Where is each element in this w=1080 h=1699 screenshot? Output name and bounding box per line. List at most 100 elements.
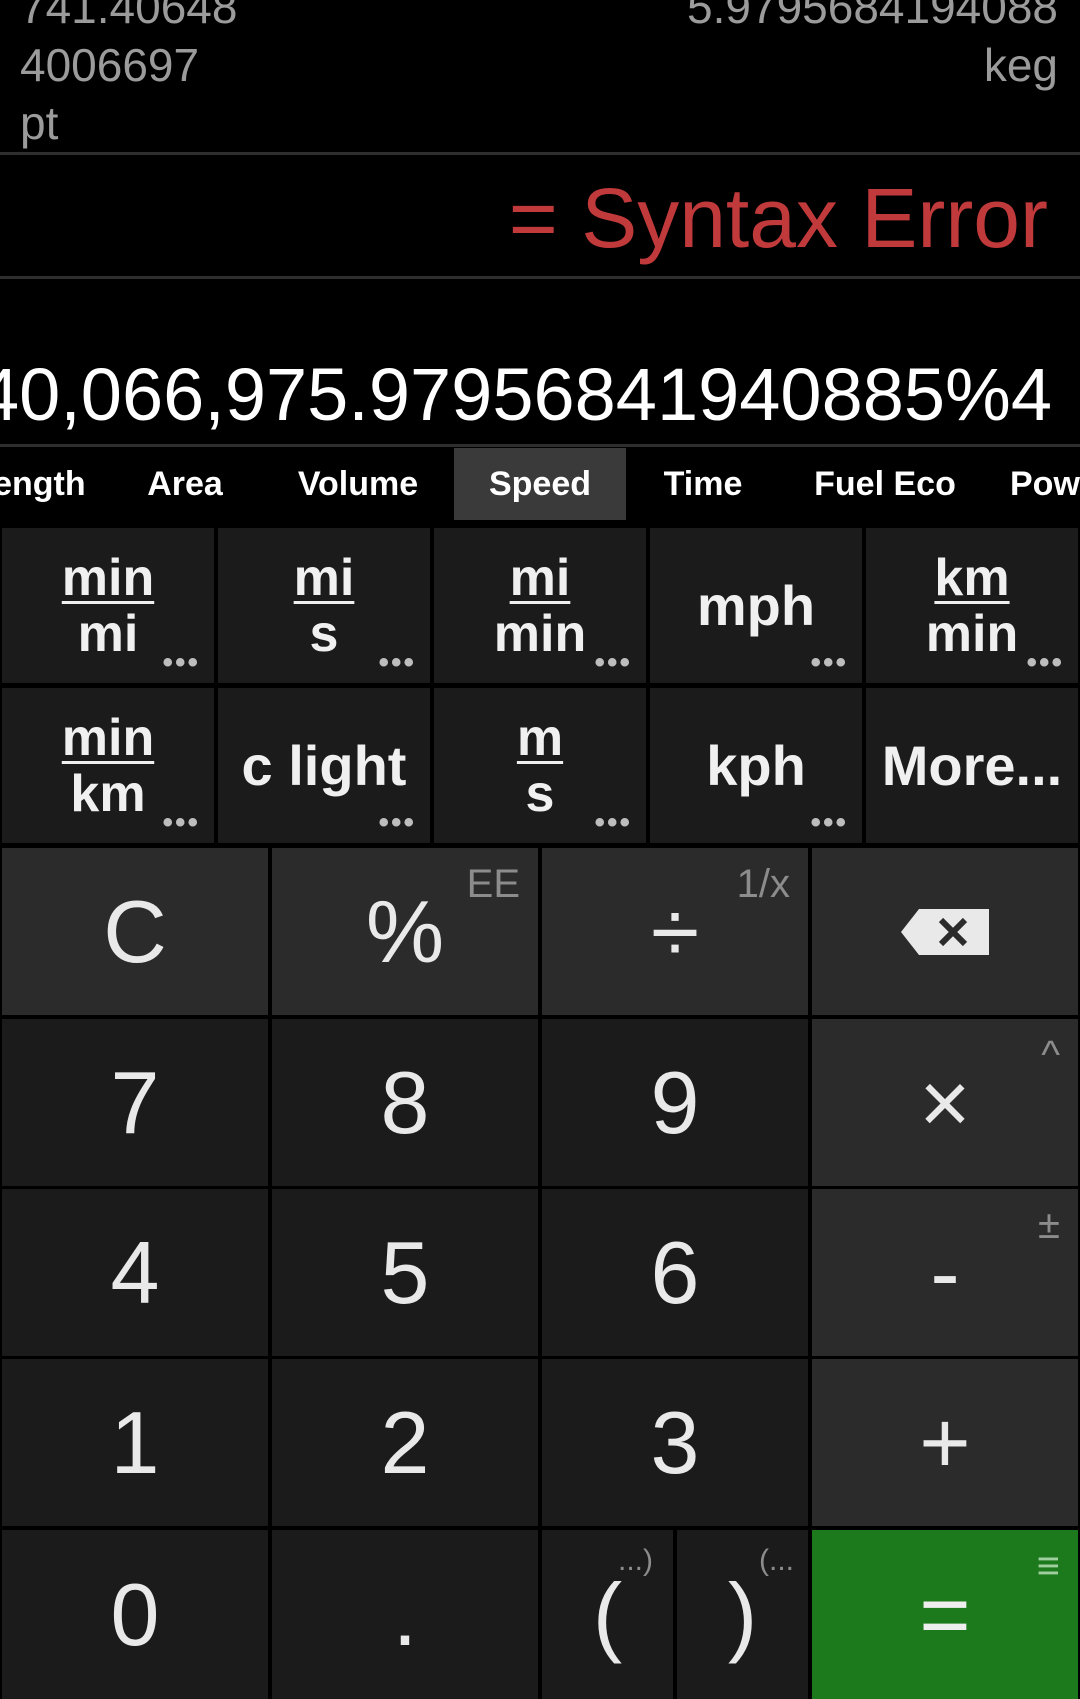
open-paren-button[interactable]: (...) [542, 1530, 673, 1699]
unit-km-per-min[interactable]: km min ••• [866, 528, 1078, 683]
reciprocal-hint: 1/x [736, 862, 790, 906]
history-left: 741.40648 4006697 pt [20, 0, 237, 152]
digit-3-button[interactable]: 3 [542, 1359, 808, 1526]
key-label: + [919, 1392, 971, 1492]
more-options-icon: ••• [162, 806, 200, 839]
unit-denominator: s [309, 604, 339, 663]
unit-category-tabs[interactable]: Length Area Volume Speed Time Fuel Eco P… [0, 448, 1080, 520]
history-line: 4006697 [20, 39, 200, 91]
paren-hint: ...) [618, 1544, 653, 1577]
multiply-button[interactable]: × ^ [812, 1019, 1078, 1186]
menu-icon: ≡ [1036, 1544, 1060, 1588]
power-hint: ^ [1041, 1033, 1060, 1077]
more-options-icon: ••• [1026, 646, 1064, 679]
key-label: 0 [110, 1564, 160, 1664]
divide-button[interactable]: ÷ 1/x [542, 848, 808, 1015]
tab-time[interactable]: Time [648, 448, 758, 520]
digit-1-button[interactable]: 1 [2, 1359, 268, 1526]
tab-speed[interactable]: Speed [454, 448, 626, 520]
expression-input[interactable]: 40,066,975.97956841940885%4 [0, 352, 1052, 437]
key-label: 2 [380, 1392, 430, 1492]
unit-denominator: km [70, 764, 146, 823]
tab-length[interactable]: Length [0, 448, 94, 520]
tab-volume[interactable]: Volume [284, 448, 432, 520]
ee-hint: EE [466, 862, 520, 906]
backspace-icon [901, 908, 989, 955]
unit-numerator: min [61, 708, 155, 767]
more-options-icon: ••• [594, 806, 632, 839]
backspace-button[interactable] [812, 848, 1078, 1015]
key-label: 8 [380, 1052, 430, 1152]
history-right: 5.9795684194088 keg [687, 0, 1058, 94]
key-label: 5 [380, 1222, 430, 1322]
percent-button[interactable]: % EE [272, 848, 538, 1015]
digit-2-button[interactable]: 2 [272, 1359, 538, 1526]
result-display: = Syntax Error [508, 171, 1048, 265]
unit-label: More... [881, 734, 1063, 797]
key-label: 7 [110, 1052, 160, 1152]
key-label: ( [592, 1564, 623, 1664]
unit-numerator: m [516, 708, 564, 767]
history-panel: 741.40648 4006697 pt 5.9795684194088 keg [0, 0, 1080, 152]
digit-9-button[interactable]: 9 [542, 1019, 808, 1186]
more-options-icon: ••• [810, 646, 848, 679]
unit-m-per-s[interactable]: ms ••• [434, 688, 646, 843]
more-options-icon: ••• [162, 646, 200, 679]
unit-c-light[interactable]: c light ••• [218, 688, 430, 843]
unit-denominator: mi [77, 604, 139, 663]
digit-5-button[interactable]: 5 [272, 1189, 538, 1356]
key-label: ÷ [650, 881, 700, 981]
unit-denominator: min [493, 604, 587, 663]
equals-button[interactable]: = ≡ [812, 1530, 1078, 1699]
key-label: 4 [110, 1222, 160, 1322]
digit-8-button[interactable]: 8 [272, 1019, 538, 1186]
unit-numerator: km [934, 548, 1010, 607]
history-line: pt [20, 97, 59, 149]
key-label: . [392, 1564, 418, 1664]
unit-min-per-mi[interactable]: min mi ••• [2, 528, 214, 683]
tab-area[interactable]: Area [128, 448, 242, 520]
unit-more-button[interactable]: More... [866, 688, 1078, 843]
tab-fuel-eco[interactable]: Fuel Eco [800, 448, 970, 520]
minus-button[interactable]: - ± [812, 1189, 1078, 1356]
divider [0, 444, 1080, 447]
paren-hint: (... [759, 1544, 794, 1577]
key-label: = [919, 1564, 971, 1664]
key-label: 3 [650, 1392, 700, 1492]
key-label: × [919, 1052, 971, 1152]
decimal-point-button[interactable]: . [272, 1530, 538, 1699]
unit-label: kph [706, 734, 806, 797]
unit-denominator: s [525, 764, 555, 823]
unit-denominator: min [925, 604, 1019, 663]
key-label: 9 [650, 1052, 700, 1152]
more-options-icon: ••• [378, 806, 416, 839]
digit-4-button[interactable]: 4 [2, 1189, 268, 1356]
key-label: C [103, 881, 167, 981]
key-label: ) [727, 1564, 758, 1664]
digit-0-button[interactable]: 0 [2, 1530, 268, 1699]
unit-min-per-km[interactable]: min km ••• [2, 688, 214, 843]
unit-numerator: mi [509, 548, 571, 607]
digit-7-button[interactable]: 7 [2, 1019, 268, 1186]
history-line: 5.9795684194088 [687, 0, 1058, 33]
digit-6-button[interactable]: 6 [542, 1189, 808, 1356]
unit-numerator: min [61, 548, 155, 607]
history-line: 741.40648 [20, 0, 238, 33]
plus-button[interactable]: + [812, 1359, 1078, 1526]
unit-label: c light [241, 734, 407, 797]
key-label: 1 [110, 1392, 160, 1492]
unit-mi-per-min[interactable]: mi min ••• [434, 528, 646, 683]
key-label: - [930, 1222, 960, 1322]
tab-power[interactable]: Power [1010, 448, 1080, 520]
negate-hint: ± [1038, 1203, 1060, 1247]
unit-mi-per-s[interactable]: mi s ••• [218, 528, 430, 683]
divider [0, 152, 1080, 155]
more-options-icon: ••• [810, 806, 848, 839]
history-line: keg [983, 39, 1058, 91]
unit-mph[interactable]: mph ••• [650, 528, 862, 683]
unit-numerator: mi [293, 548, 355, 607]
clear-button[interactable]: C [2, 848, 268, 1015]
close-paren-button[interactable]: ) (... [677, 1530, 808, 1699]
divider [0, 276, 1080, 279]
unit-kph[interactable]: kph ••• [650, 688, 862, 843]
